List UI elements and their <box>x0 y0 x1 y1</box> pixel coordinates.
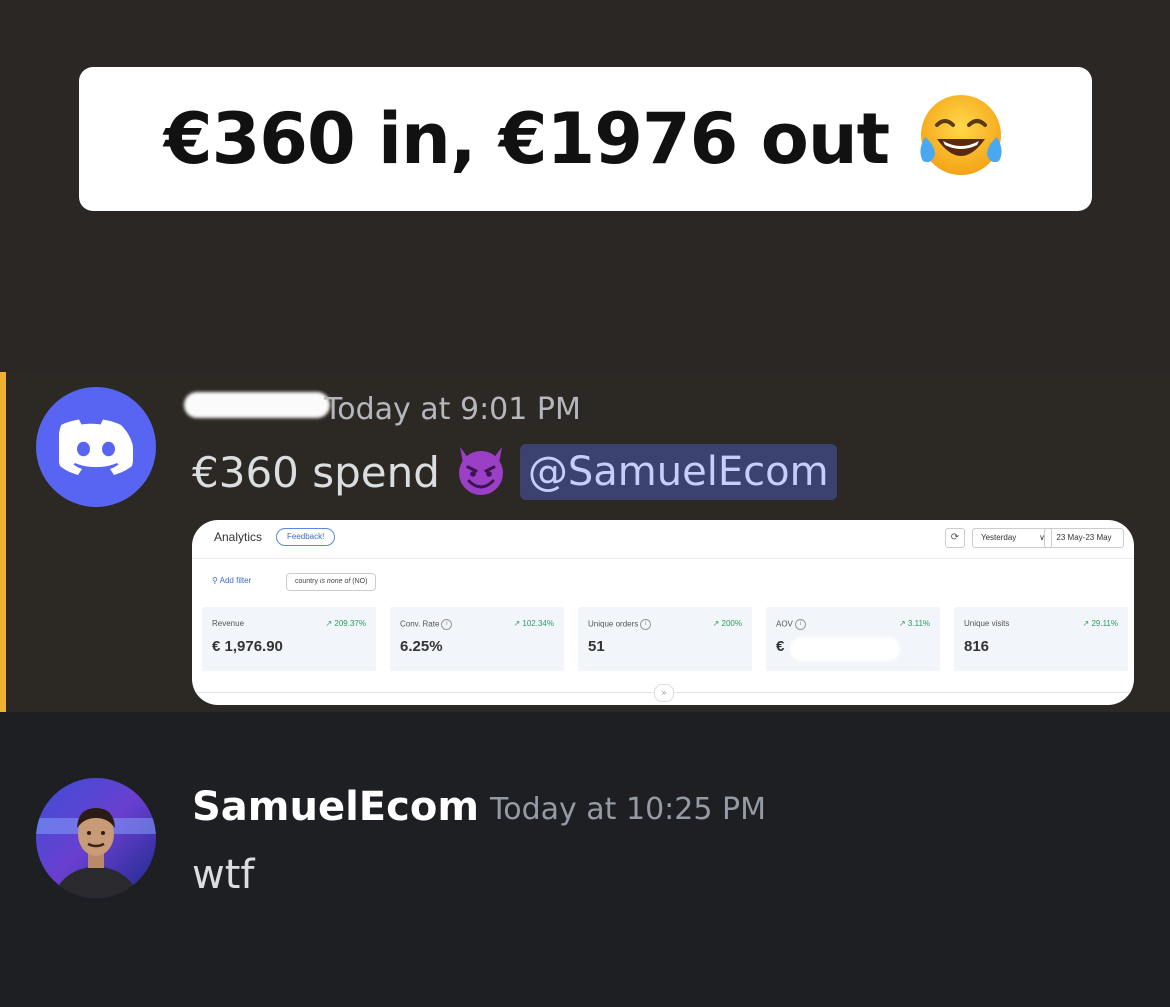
redacted-aov-value <box>790 637 900 661</box>
filter-operator: is none of <box>319 578 351 585</box>
metric-value: € 1,976.90 <box>212 638 283 655</box>
message-content: €360 spend @SamuelEcom <box>192 444 837 500</box>
metric-label: Unique visits <box>964 619 1010 628</box>
metric-label: Conv. Rate <box>400 619 440 629</box>
user-mention[interactable]: @SamuelEcom <box>519 444 837 500</box>
metric-label-wrap: AOV i <box>776 619 806 630</box>
message-author[interactable]: SamuelEcom <box>192 784 479 830</box>
analytics-header: Analytics Feedback! ⟳ Yesterday ∨ 23 May… <box>192 520 1134 559</box>
metric-change: ↗ 102.34% <box>513 619 554 628</box>
metric-change: ↗ 29.11% <box>1082 619 1118 628</box>
period-select[interactable]: Yesterday ∨ <box>972 528 1052 548</box>
metric-value: 51 <box>588 638 605 655</box>
headline-card: €360 in, €1976 out <box>79 67 1092 211</box>
metric-label-wrap: Unique orders i <box>588 619 652 630</box>
date-range-picker[interactable]: 23 May-23 May <box>1044 528 1124 548</box>
top-banner-area: €360 in, €1976 out <box>0 0 1170 372</box>
metric-card-aov: AOV i ↗ 3.11% € <box>766 607 940 671</box>
discord-logo-icon[interactable] <box>36 387 156 507</box>
metric-value: € <box>776 638 785 655</box>
headline-text: €360 in, €1976 out <box>163 98 890 180</box>
filter-field: country <box>295 578 318 585</box>
add-filter-label: Add filter <box>219 576 252 585</box>
metric-label: Revenue <box>212 619 245 628</box>
metric-change: ↗ 200% <box>712 619 742 628</box>
metric-label: AOV <box>776 619 793 629</box>
metric-value: 6.25% <box>400 638 443 655</box>
message-timestamp: Today at 9:01 PM <box>324 392 581 427</box>
add-filter-button[interactable]: ⚲ Add filter <box>212 576 251 585</box>
filter-value: (NO) <box>352 578 368 585</box>
metric-card-unique-orders: Unique orders i ↗ 200% 51 <box>578 607 752 671</box>
metric-label: Unique orders <box>588 619 639 629</box>
redacted-author-name <box>184 392 330 418</box>
feedback-button[interactable]: Feedback! <box>276 528 336 546</box>
analytics-screenshot-embed[interactable]: Analytics Feedback! ⟳ Yesterday ∨ 23 May… <box>192 520 1134 705</box>
metric-card-unique-visits: Unique visits ↗ 29.11% 816 <box>954 607 1128 671</box>
analytics-title: Analytics <box>214 530 263 544</box>
metric-change: ↗ 3.11% <box>898 619 930 628</box>
avatar[interactable] <box>36 778 156 898</box>
message-highlighted: Today at 9:01 PM €360 spend @SamuelEcom … <box>0 372 1170 712</box>
info-icon[interactable]: i <box>441 619 453 630</box>
info-icon[interactable]: i <box>640 619 652 630</box>
info-icon[interactable]: i <box>794 619 806 630</box>
period-label: Yesterday <box>981 533 1017 542</box>
message-timestamp: Today at 10:25 PM <box>490 792 766 827</box>
message-text: wtf <box>192 852 255 898</box>
filter-icon: ⚲ <box>212 576 220 585</box>
filter-chip[interactable]: country is none of (NO) <box>286 573 377 591</box>
message-text: €360 spend <box>192 447 440 497</box>
metric-card-conv-rate: Conv. Rate i ↗ 102.34% 6.25% <box>390 607 564 671</box>
refresh-icon[interactable]: ⟳ <box>945 528 965 548</box>
smiling-imp-emoji-icon <box>454 443 508 501</box>
metric-label-wrap: Conv. Rate i <box>400 619 453 630</box>
mention-highlight-bar <box>0 372 6 712</box>
metric-value: 816 <box>964 638 990 655</box>
face-with-tears-of-joy-emoji-icon <box>915 91 1007 187</box>
metric-card-revenue: Revenue ↗ 209.37% € 1,976.90 <box>202 607 376 671</box>
expand-chevron-icon[interactable]: » <box>654 684 674 702</box>
metric-change: ↗ 209.37% <box>325 619 366 628</box>
